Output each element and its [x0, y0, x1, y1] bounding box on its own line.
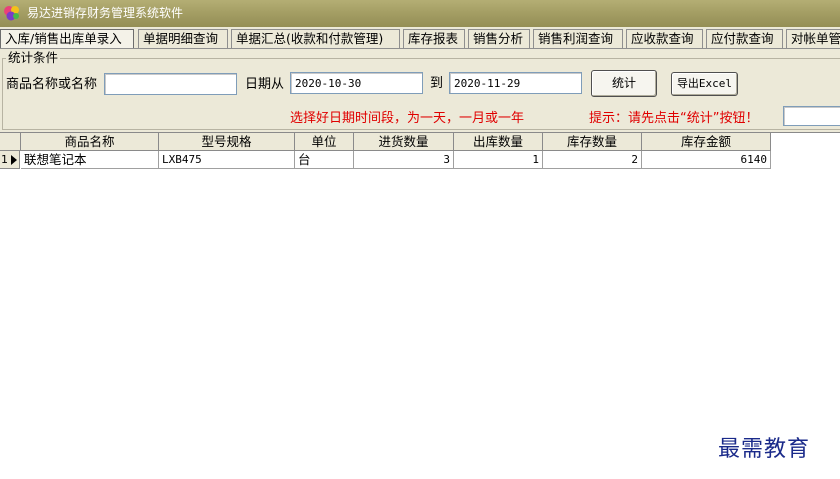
cell-outbound-qty[interactable]: 1	[454, 151, 543, 169]
extra-input[interactable]	[783, 106, 840, 126]
date-from-label: 日期从	[245, 77, 285, 92]
header-model[interactable]: 型号规格	[159, 133, 295, 151]
stats-button-label: 统计	[611, 76, 636, 90]
tab-summary[interactable]: 单据汇总(收款和付款管理)	[231, 29, 400, 49]
cell-stock-qty[interactable]: 2	[543, 151, 642, 169]
tab-sales-analysis[interactable]: 销售分析	[468, 29, 530, 49]
click-hint: 提示：请先点击“统计”按钮！	[589, 111, 759, 126]
export-excel-button[interactable]: 导出Excel	[671, 72, 738, 96]
current-row-arrow-icon	[11, 155, 17, 165]
period-hint: 选择好日期时间段，为一天，一月或一年	[290, 111, 525, 126]
date-to-input[interactable]	[449, 72, 582, 94]
header-stock-amount[interactable]: 库存金额	[642, 133, 771, 151]
window-title: 易达进销存财务管理系统软件	[27, 6, 184, 20]
header-unit[interactable]: 单位	[295, 133, 354, 151]
header-stock-qty[interactable]: 库存数量	[543, 133, 642, 151]
header-product-name[interactable]: 商品名称	[21, 133, 159, 151]
stats-button[interactable]: 统计	[591, 70, 657, 97]
header-purchase-qty[interactable]: 进货数量	[354, 133, 454, 151]
tab-profit-query[interactable]: 销售利润查询	[533, 29, 623, 49]
export-excel-label: 导出Excel	[676, 77, 733, 90]
product-label: 商品名称或名称	[6, 77, 98, 92]
tab-receivable[interactable]: 应收款查询	[626, 29, 703, 49]
data-grid: 商品名称 型号规格 单位 进货数量 出库数量 库存数量 库存金额 1 联想笔记本…	[0, 132, 840, 479]
tab-payable[interactable]: 应付款查询	[706, 29, 783, 49]
date-to-label: 到	[430, 76, 444, 91]
row-index: 1	[1, 153, 8, 166]
cell-purchase-qty[interactable]: 3	[354, 151, 454, 169]
date-from-input[interactable]	[290, 72, 423, 94]
tab-entry[interactable]: 入库/销售出库单录入	[0, 29, 134, 49]
cell-product-name[interactable]: 联想笔记本	[21, 151, 159, 169]
watermark: 最需教育	[718, 437, 811, 462]
header-outbound-qty[interactable]: 出库数量	[454, 133, 543, 151]
tab-detail-query[interactable]: 单据明细查询	[138, 29, 228, 49]
cell-unit[interactable]: 台	[295, 151, 354, 169]
cell-stock-amount[interactable]: 6140	[642, 151, 771, 169]
cell-model[interactable]: LXB475	[159, 151, 295, 169]
tab-statement[interactable]: 对帐单管	[786, 29, 840, 49]
app-logo-icon	[4, 6, 19, 21]
tab-stock-report[interactable]: 库存报表	[403, 29, 465, 49]
grid-corner	[0, 133, 21, 151]
title-bar: 易达进销存财务管理系统软件	[0, 0, 840, 27]
row-selector[interactable]: 1	[0, 151, 20, 169]
tab-divider	[0, 48, 840, 49]
filter-group-label: 统计条件	[6, 50, 61, 66]
tab-strip: 入库/销售出库单录入 单据明细查询 单据汇总(收款和付款管理) 库存报表 销售分…	[0, 29, 840, 49]
product-input[interactable]	[104, 73, 237, 95]
